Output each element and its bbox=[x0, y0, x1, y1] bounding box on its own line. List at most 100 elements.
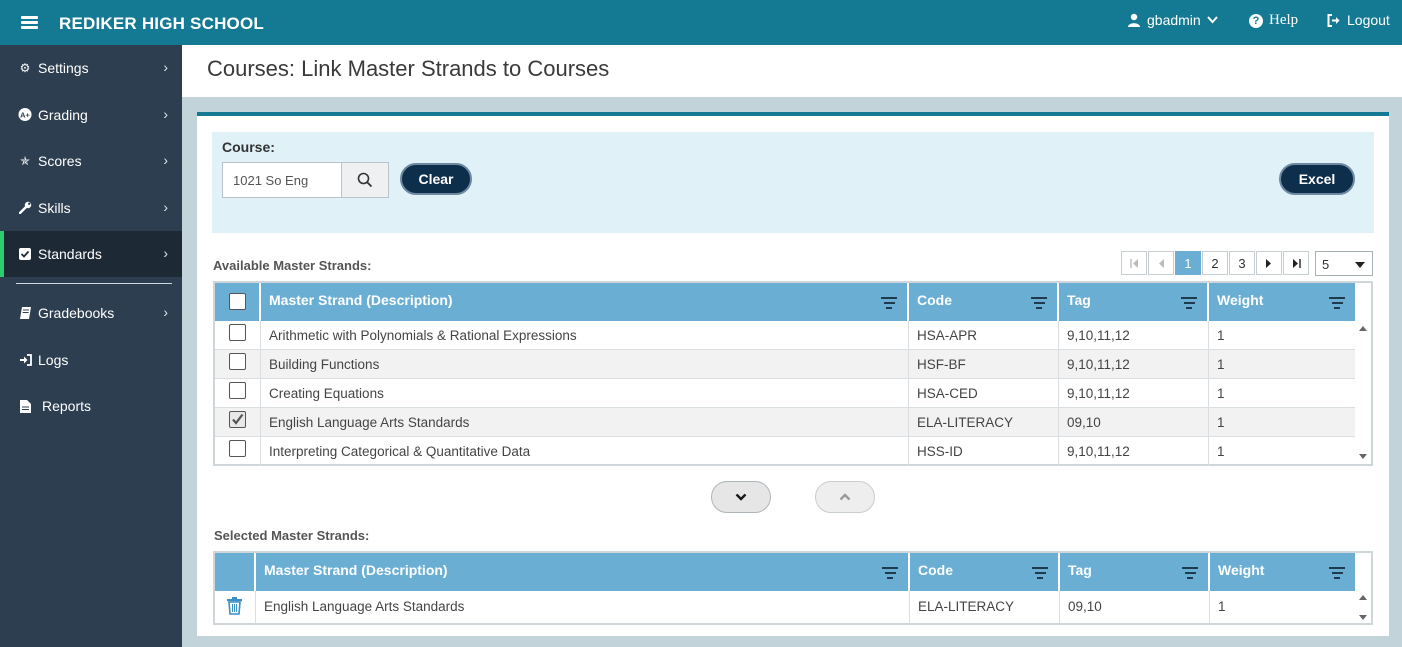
available-strands-label: Available Master Strands: bbox=[213, 258, 372, 273]
table-row[interactable]: English Language Arts Standards ELA-LITE… bbox=[215, 408, 1355, 437]
filter-icon[interactable] bbox=[1329, 297, 1345, 312]
sidebar-item-standards[interactable]: Standards › bbox=[0, 231, 182, 277]
scroll-down-arrow-icon[interactable] bbox=[1359, 454, 1367, 459]
sidebar-item-grading[interactable]: A+ Grading › bbox=[0, 92, 182, 139]
help-label: Help bbox=[1269, 12, 1299, 28]
vertical-scrollbar[interactable] bbox=[1355, 321, 1371, 464]
logout-link[interactable]: Logout bbox=[1327, 12, 1390, 28]
column-header-code[interactable]: Code bbox=[910, 553, 1060, 591]
sidebar: ⚙ Settings › A+ Grading › ✯ Scores › Ski… bbox=[0, 45, 182, 647]
checkbox-icon bbox=[18, 247, 32, 261]
sidebar-item-label: Reports bbox=[42, 398, 92, 415]
weight-cell: 1 bbox=[1217, 328, 1225, 343]
chevron-up-icon bbox=[839, 493, 851, 501]
sidebar-item-gradebooks[interactable]: Gradebooks › bbox=[0, 290, 182, 337]
course-input[interactable] bbox=[222, 162, 342, 198]
sidebar-item-reports[interactable]: Reports bbox=[0, 383, 182, 430]
next-page-button[interactable] bbox=[1256, 251, 1282, 275]
selected-strands-grid: Master Strand (Description) Code Tag Wei… bbox=[213, 551, 1373, 625]
sidebar-item-label: Standards bbox=[38, 246, 102, 262]
scroll-up-arrow-icon[interactable] bbox=[1359, 595, 1367, 600]
table-row[interactable]: Building Functions HSF-BF 9,10,11,12 1 bbox=[215, 350, 1355, 379]
table-row[interactable]: English Language Arts Standards ELA-LITE… bbox=[215, 591, 1355, 623]
trash-icon[interactable] bbox=[226, 597, 243, 615]
row-checkbox[interactable] bbox=[229, 411, 246, 428]
page-1-button[interactable]: 1 bbox=[1175, 251, 1201, 275]
filter-icon[interactable] bbox=[1181, 297, 1197, 312]
sidebar-item-skills[interactable]: Skills › bbox=[0, 185, 182, 232]
first-page-icon bbox=[1129, 258, 1138, 268]
code-cell: ELA-LITERACY bbox=[909, 408, 1059, 437]
row-checkbox[interactable] bbox=[229, 324, 246, 341]
weight-cell: 1 bbox=[1217, 415, 1225, 430]
add-to-selected-button[interactable] bbox=[711, 481, 771, 513]
excel-button[interactable]: Excel bbox=[1279, 163, 1355, 195]
column-header-weight[interactable]: Weight bbox=[1209, 283, 1357, 321]
filter-icon[interactable] bbox=[1329, 567, 1345, 582]
column-header-label: Code bbox=[918, 562, 953, 578]
last-page-button[interactable] bbox=[1283, 251, 1309, 275]
filter-icon[interactable] bbox=[881, 297, 897, 312]
column-header-description[interactable]: Master Strand (Description) bbox=[261, 283, 909, 321]
tag-cell: 9,10,11,12 bbox=[1059, 321, 1209, 350]
column-header-label: Tag bbox=[1067, 292, 1091, 308]
column-header-code[interactable]: Code bbox=[909, 283, 1059, 321]
question-circle-icon: ? bbox=[1249, 13, 1263, 28]
help-link[interactable]: ? Help bbox=[1249, 12, 1298, 29]
previous-page-button[interactable] bbox=[1148, 251, 1174, 275]
row-select-cell bbox=[215, 321, 261, 350]
code-cell: HSS-ID bbox=[909, 437, 1059, 466]
filter-icon[interactable] bbox=[1032, 567, 1048, 582]
column-header-tag[interactable]: Tag bbox=[1059, 283, 1209, 321]
clear-button[interactable]: Clear bbox=[400, 163, 472, 195]
column-header-tag[interactable]: Tag bbox=[1060, 553, 1210, 591]
code-cell: HSF-BF bbox=[909, 350, 1059, 379]
action-header bbox=[215, 553, 256, 591]
row-checkbox[interactable] bbox=[229, 440, 246, 457]
sidebar-item-settings[interactable]: ⚙ Settings › bbox=[0, 45, 182, 92]
page-size-select[interactable]: 5 bbox=[1315, 251, 1373, 276]
filter-icon[interactable] bbox=[1182, 567, 1198, 582]
sidebar-item-label: Scores bbox=[38, 153, 82, 170]
user-menu[interactable]: gbadmin bbox=[1127, 12, 1218, 28]
sidebar-item-logs[interactable]: Logs bbox=[0, 337, 182, 384]
caret-down-icon bbox=[1355, 262, 1365, 268]
description-cell: English Language Arts Standards bbox=[261, 408, 909, 437]
row-select-cell bbox=[215, 379, 261, 408]
search-button[interactable] bbox=[341, 162, 389, 198]
select-all-checkbox[interactable] bbox=[229, 293, 246, 310]
book-icon bbox=[18, 306, 32, 320]
description-cell: Building Functions bbox=[261, 350, 909, 379]
page-3-button[interactable]: 3 bbox=[1229, 251, 1255, 275]
filter-icon[interactable] bbox=[1031, 297, 1047, 312]
vertical-scrollbar[interactable] bbox=[1355, 591, 1371, 623]
row-checkbox[interactable] bbox=[229, 382, 246, 399]
chevron-right-icon: › bbox=[163, 198, 168, 215]
code-cell: ELA-LITERACY bbox=[910, 591, 1060, 623]
table-row[interactable]: Creating Equations HSA-CED 9,10,11,12 1 bbox=[215, 379, 1355, 408]
hamburger-menu-icon[interactable] bbox=[21, 16, 38, 29]
row-select-cell bbox=[215, 350, 261, 379]
row-checkbox[interactable] bbox=[229, 353, 246, 370]
description-cell: Creating Equations bbox=[261, 379, 909, 408]
sidebar-item-scores[interactable]: ✯ Scores › bbox=[0, 138, 182, 185]
pager: 1 2 3 bbox=[1121, 251, 1310, 275]
column-header-label: Master Strand (Description) bbox=[264, 562, 448, 578]
page-2-button[interactable]: 2 bbox=[1202, 251, 1228, 275]
table-row[interactable]: Arithmetic with Polynomials & Rational E… bbox=[215, 321, 1355, 350]
code-cell: HSA-APR bbox=[909, 321, 1059, 350]
available-strands-grid: Master Strand (Description) Code Tag Wei… bbox=[213, 281, 1373, 466]
column-header-weight[interactable]: Weight bbox=[1210, 553, 1357, 591]
scroll-down-arrow-icon[interactable] bbox=[1359, 615, 1367, 620]
column-header-description[interactable]: Master Strand (Description) bbox=[256, 553, 910, 591]
top-bar: REDIKER HIGH SCHOOL gbadmin ? Help Logou… bbox=[0, 0, 1402, 45]
table-row[interactable]: Interpreting Categorical & Quantitative … bbox=[215, 437, 1355, 466]
column-header-label: Tag bbox=[1068, 562, 1092, 578]
course-label: Course: bbox=[222, 139, 275, 155]
scroll-up-arrow-icon[interactable] bbox=[1359, 326, 1367, 331]
first-page-button[interactable] bbox=[1121, 251, 1147, 275]
tag-cell: 9,10,11,12 bbox=[1059, 350, 1209, 379]
sidebar-item-label: Skills bbox=[38, 199, 71, 216]
remove-from-selected-button[interactable] bbox=[815, 481, 875, 513]
filter-icon[interactable] bbox=[882, 567, 898, 582]
